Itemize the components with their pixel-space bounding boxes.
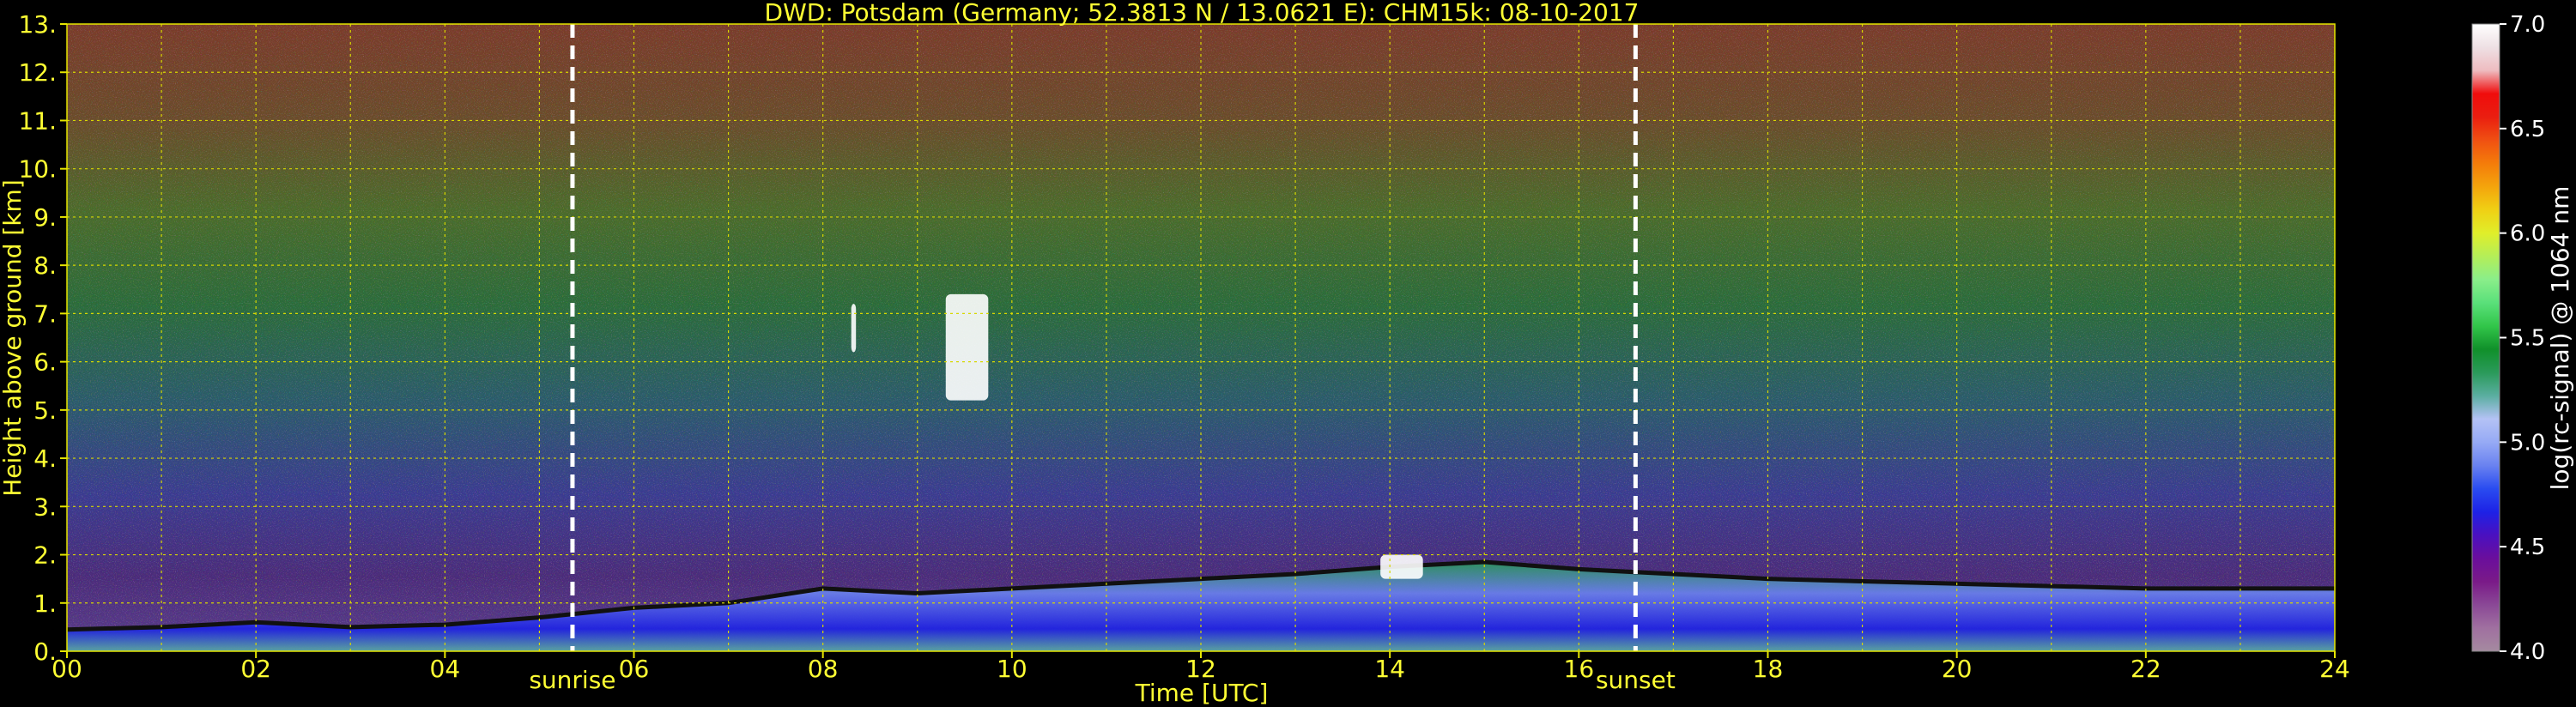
y-tick-label: 3. bbox=[33, 492, 57, 521]
annotations: sunrise sunset bbox=[529, 666, 1675, 694]
y-tick-label: 11. bbox=[18, 106, 57, 135]
y-tick-label: 5. bbox=[33, 396, 57, 425]
x-axis-label: Time [UTC] bbox=[1135, 679, 1269, 707]
chart-title: DWD: Potsdam (Germany; 52.3813 N / 13.06… bbox=[765, 0, 1640, 27]
y-tick-label: 7. bbox=[33, 299, 57, 328]
colorbar-tick-label: 6.5 bbox=[2510, 117, 2545, 142]
colorbar-tick-label: 7.0 bbox=[2510, 12, 2545, 38]
ceilometer-chart: 00 02 04 06 08 10 12 14 16 18 20 22 24 0.1.2.3.4.5.6… bbox=[0, 0, 2574, 707]
colorbar: 4.0 4.5 5.0 5.5 6.0 6.5 7.0 log(rc-signal) @ 1… bbox=[2471, 12, 2574, 665]
plot-area bbox=[67, 24, 2335, 651]
x-tick-label: 22 bbox=[2131, 655, 2161, 683]
x-tick-label: 04 bbox=[430, 655, 461, 683]
cloud-return bbox=[851, 304, 857, 353]
colorbar-ticks: 4.0 4.5 5.0 5.5 6.0 6.5 7.0 bbox=[2500, 12, 2545, 665]
cloud-return bbox=[1380, 554, 1423, 579]
x-tick-label: 18 bbox=[1753, 655, 1784, 683]
y-tick-label: 10. bbox=[18, 155, 57, 184]
sun-marker-label: sunrise bbox=[529, 666, 615, 694]
y-tick-label: 8. bbox=[33, 251, 57, 280]
y-tick-label: 13. bbox=[18, 10, 57, 39]
colorbar-tick-label: 4.0 bbox=[2510, 639, 2545, 665]
y-tick-label: 2. bbox=[33, 541, 57, 570]
x-tick-label: 24 bbox=[2319, 655, 2350, 683]
x-tick-label: 02 bbox=[240, 655, 271, 683]
y-tick-label: 1. bbox=[33, 589, 57, 618]
y-tick-label: 12. bbox=[18, 58, 57, 87]
x-tick-label: 16 bbox=[1564, 655, 1595, 683]
colorbar-tick-label: 5.5 bbox=[2510, 326, 2545, 352]
x-tick-label: 06 bbox=[619, 655, 650, 683]
x-tick-label: 14 bbox=[1374, 655, 1405, 683]
colorbar-gradient bbox=[2471, 23, 2500, 652]
cloud-return bbox=[945, 293, 989, 401]
colorbar-tick-label: 4.5 bbox=[2510, 535, 2545, 560]
x-tick-label: 10 bbox=[997, 655, 1027, 683]
y-tick-label: 9. bbox=[33, 203, 57, 232]
y-axis-label: Height above ground [km] bbox=[0, 179, 27, 497]
colorbar-tick-label: 5.0 bbox=[2510, 430, 2545, 456]
x-tick-label: 20 bbox=[1942, 655, 1973, 683]
y-tick-label: 4. bbox=[33, 444, 57, 473]
y-tick-label: 0. bbox=[33, 638, 57, 666]
sun-marker-label: sunset bbox=[1596, 666, 1676, 694]
colorbar-tick-label: 6.0 bbox=[2510, 221, 2545, 247]
x-tick-label: 08 bbox=[808, 655, 839, 683]
y-tick-label: 6. bbox=[33, 348, 57, 377]
colorbar-label: log(rc-signal) @ 1064 nm bbox=[2546, 186, 2574, 491]
